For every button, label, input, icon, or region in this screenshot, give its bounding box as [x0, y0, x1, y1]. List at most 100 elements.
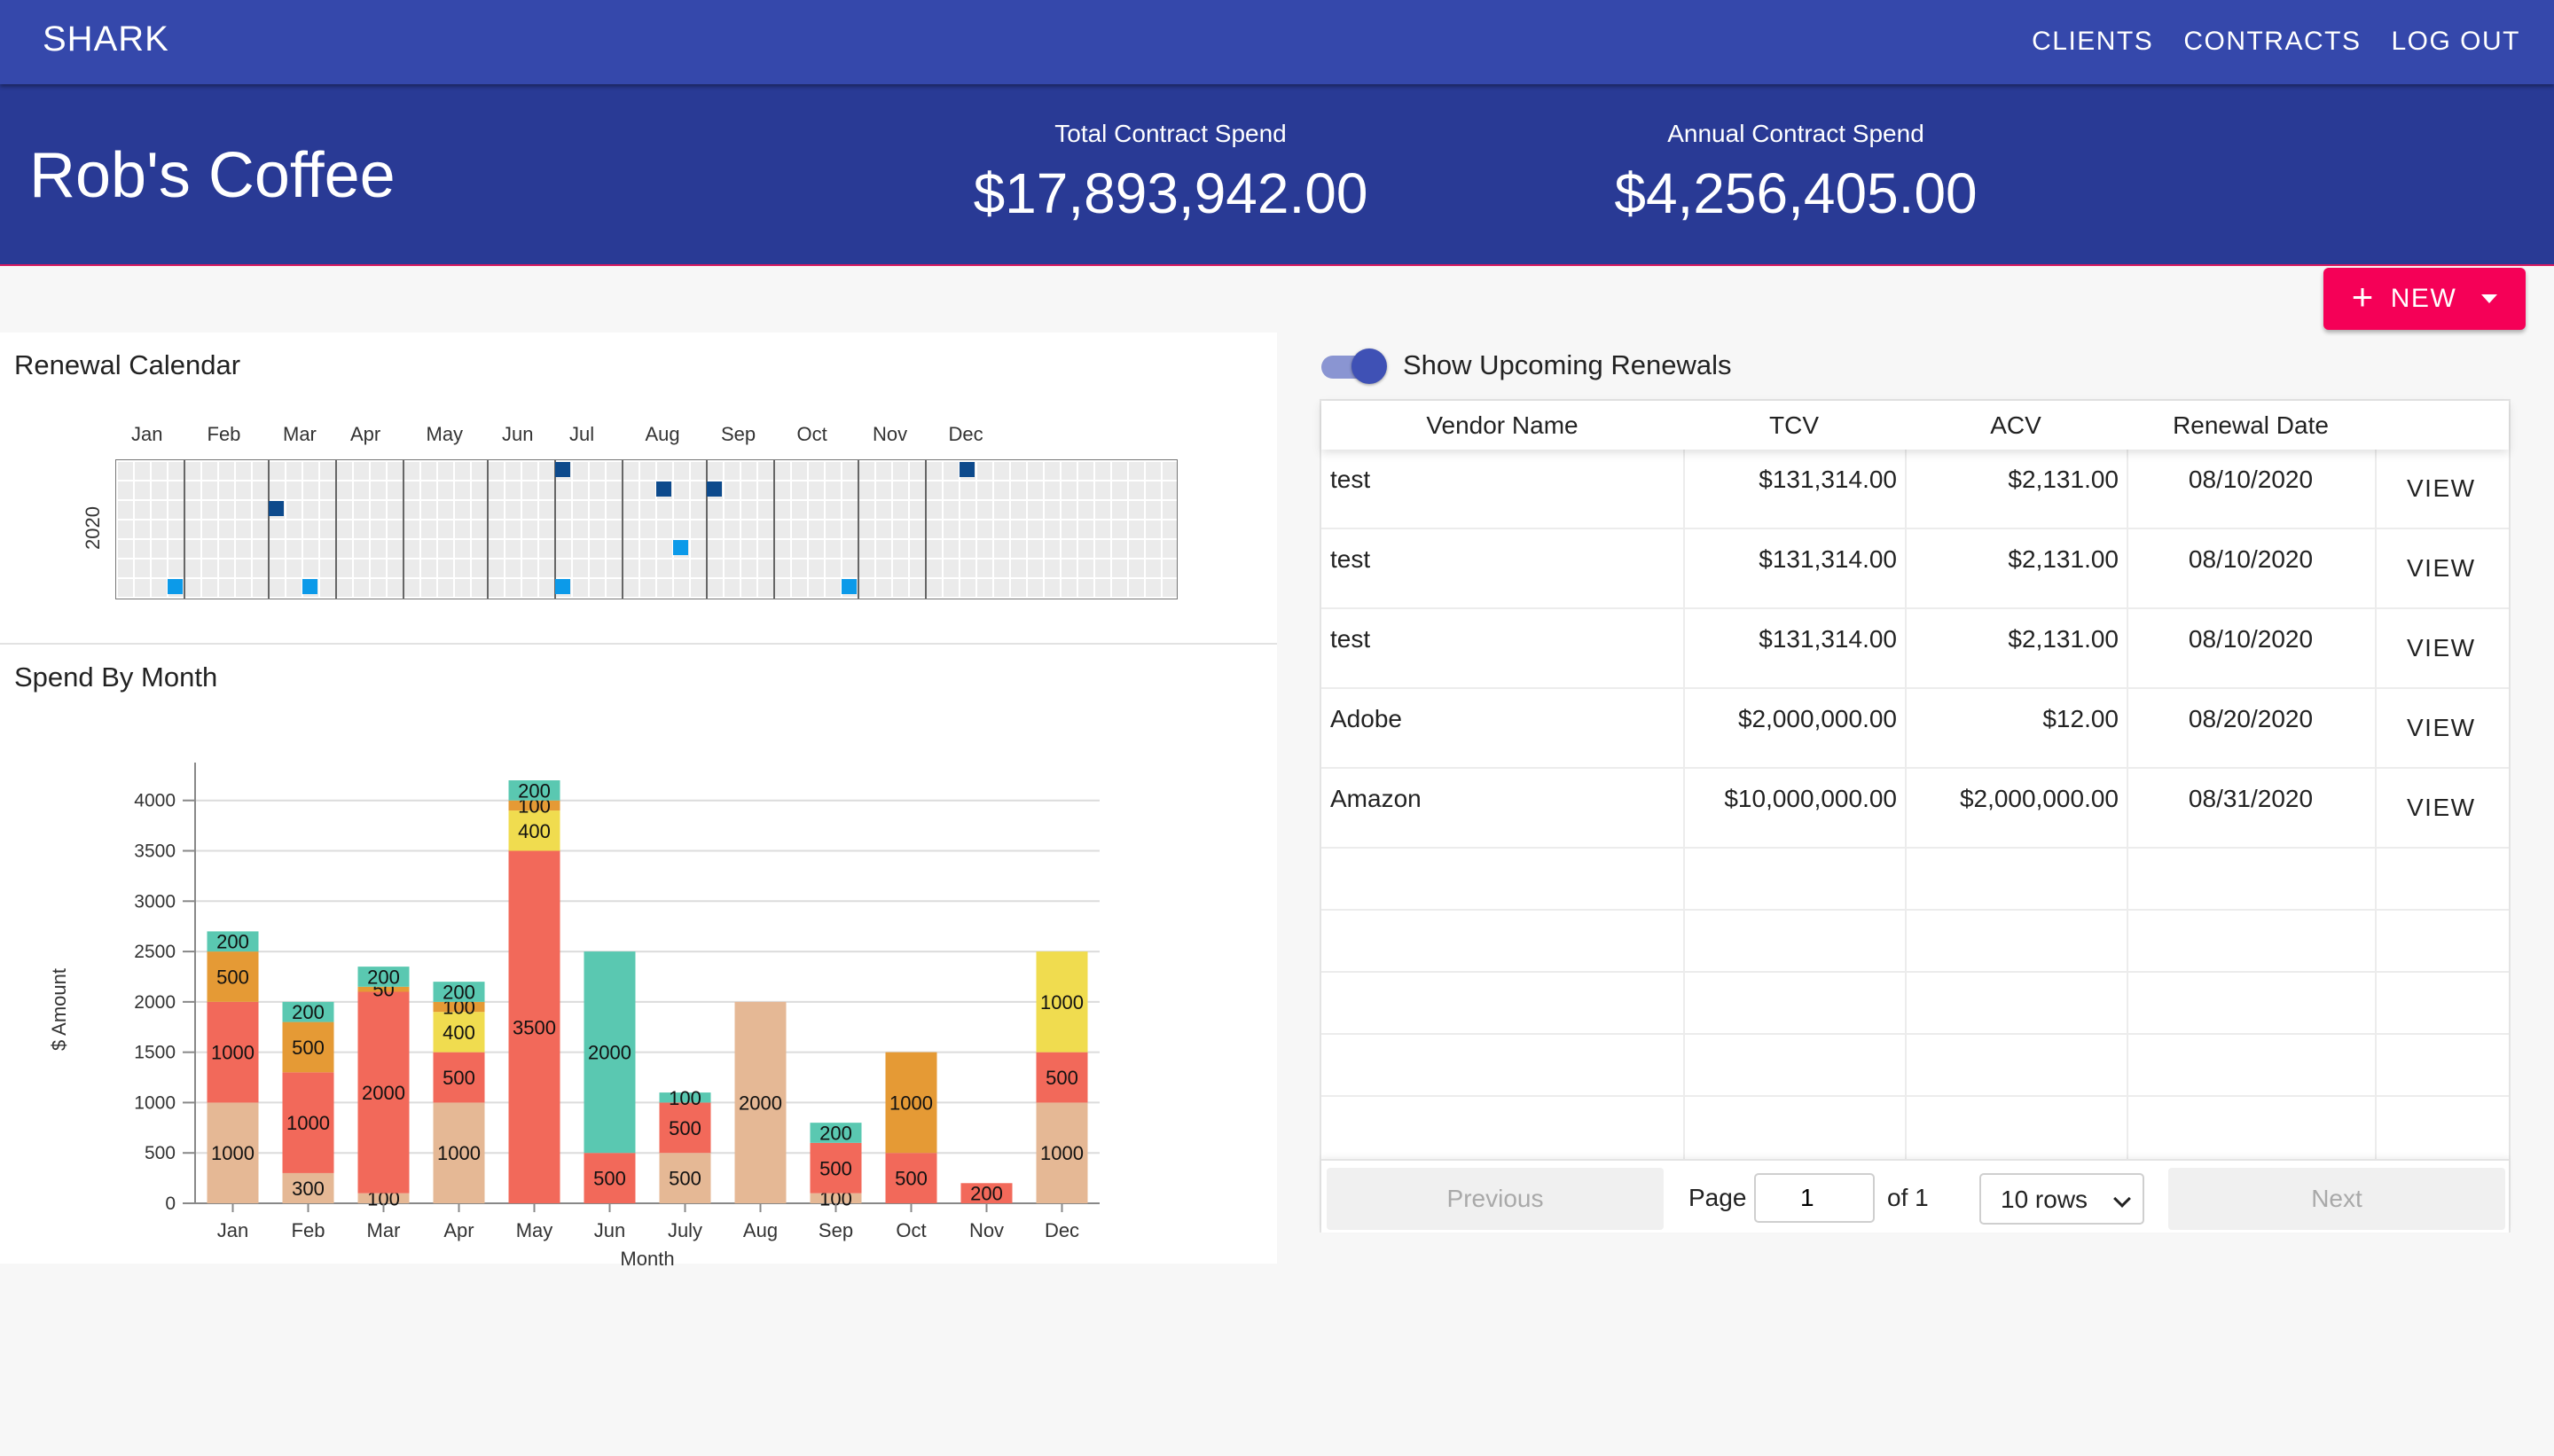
header-renewal-date[interactable]: Renewal Date: [2127, 411, 2375, 440]
bar-value-label: 500: [216, 966, 249, 988]
view-button[interactable]: VIEW: [2407, 554, 2476, 583]
calendar-renewal-day[interactable]: [168, 579, 183, 594]
new-button-label: NEW: [2390, 284, 2457, 313]
renewal-date-cell: 08/20/2020: [2188, 705, 2314, 732]
bar-value-label: 400: [443, 1022, 475, 1044]
acv-cell: $12.00: [2042, 705, 2119, 732]
calendar-renewal-day[interactable]: [656, 481, 671, 497]
header-tcv[interactable]: TCV: [1683, 411, 1905, 440]
bar-value-label: 500: [669, 1117, 701, 1139]
bar-value-label: 200: [970, 1183, 1003, 1205]
spend-by-month-chart: 0 500 1000 1500 2000 2500 3000 3500 4000 $ Amount…: [48, 763, 1100, 1270]
bar-value-label: 500: [1046, 1067, 1078, 1089]
vendor-cell: test: [1330, 466, 1371, 493]
x-tick-label: Sep: [819, 1219, 853, 1241]
acv-cell: $2,131.00: [2008, 545, 2119, 573]
nav-logout[interactable]: LOG OUT: [2391, 27, 2520, 57]
bar-value-label: 200: [216, 931, 249, 953]
table-pagination: Previous Page of 1 10 rows Next: [1321, 1159, 2509, 1233]
show-upcoming-renewals-toggle[interactable]: [1321, 348, 1389, 384]
y-tick-label: 3500: [134, 842, 176, 862]
new-button[interactable]: + NEW: [2323, 268, 2526, 330]
y-tick-label: 2500: [134, 942, 176, 962]
x-tick-label: Apr: [443, 1219, 474, 1241]
calendar-month-divider: [487, 460, 489, 599]
vendor-cell: test: [1330, 625, 1371, 653]
nav-clients[interactable]: CLIENTS: [2032, 27, 2153, 57]
bar-value-label: 1000: [1040, 991, 1084, 1014]
x-tick-label: Jun: [594, 1219, 625, 1241]
y-tick-label: 1000: [134, 1092, 176, 1113]
page-number-input[interactable]: [1754, 1173, 1875, 1223]
show-upcoming-renewals-label: Show Upcoming Renewals: [1403, 349, 1732, 380]
caret-down-icon: [2481, 294, 2498, 303]
next-page-button[interactable]: Next: [2168, 1168, 2505, 1230]
view-button[interactable]: VIEW: [2407, 714, 2476, 742]
calendar-renewal-day[interactable]: [555, 462, 570, 477]
main-nav: CLIENTS CONTRACTS LOG OUT: [2032, 27, 2520, 57]
renewal-date-cell: 08/10/2020: [2188, 466, 2314, 493]
header-vendor-name[interactable]: Vendor Name: [1321, 411, 1683, 440]
previous-page-button[interactable]: Previous: [1327, 1168, 1664, 1230]
bar-value-label: 200: [292, 1001, 325, 1023]
calendar-month-divider: [858, 460, 859, 599]
view-button[interactable]: VIEW: [2407, 634, 2476, 662]
calendar-month-label: Sep: [721, 423, 756, 445]
rows-per-page-value: 10 rows: [2001, 1186, 2088, 1213]
bar-value-label: 2000: [739, 1092, 782, 1114]
calendar-renewal-day[interactable]: [302, 579, 317, 594]
renewal-calendar-heatmap: [115, 459, 1178, 599]
view-button[interactable]: VIEW: [2407, 474, 2476, 503]
table-row: Adobe $2,000,000.00 $12.00 08/20/2020 VI…: [1321, 689, 2509, 769]
x-tick-label: Feb: [292, 1219, 325, 1241]
bar-value-label: 2000: [588, 1042, 631, 1064]
header-acv[interactable]: ACV: [1905, 411, 2127, 440]
spend-by-month-title: Spend By Month: [14, 661, 218, 693]
bar-value-label: 1000: [286, 1112, 330, 1134]
renewal-date-cell: 08/10/2020: [2188, 545, 2314, 573]
client-header: Rob's Coffee Total Contract Spend $17,89…: [0, 84, 2554, 266]
x-axis-label: Month: [620, 1248, 674, 1270]
rows-per-page-select[interactable]: 10 rows: [1979, 1173, 2144, 1225]
calendar-month-divider: [554, 460, 556, 599]
bar-value-label: 1000: [1040, 1142, 1084, 1164]
total-spend-value: $17,893,942.00: [973, 161, 1368, 225]
view-button[interactable]: VIEW: [2407, 794, 2476, 822]
acv-cell: $2,000,000.00: [1959, 785, 2119, 812]
acv-cell: $2,131.00: [2008, 625, 2119, 653]
calendar-renewal-day[interactable]: [842, 579, 857, 594]
bar-value-label: 200: [518, 779, 551, 802]
y-tick-label: 0: [165, 1194, 176, 1214]
bar-value-label: 1000: [211, 1042, 255, 1064]
calendar-month-label: Dec: [948, 423, 983, 445]
bar-value-label: 500: [443, 1067, 475, 1089]
nav-contracts[interactable]: CONTRACTS: [2183, 27, 2361, 57]
y-tick-label: 3000: [134, 891, 176, 912]
vendor-cell: Amazon: [1330, 785, 1422, 812]
calendar-renewal-day[interactable]: [707, 481, 722, 497]
calendar-renewal-day[interactable]: [555, 579, 570, 594]
y-tick-label: 1500: [134, 1043, 176, 1063]
calendar-month-label: Jul: [569, 423, 595, 445]
x-tick-label: Nov: [969, 1219, 1004, 1241]
calendar-renewal-day[interactable]: [960, 462, 975, 477]
calendar-month-divider: [925, 460, 927, 599]
brand-logo[interactable]: SHARK: [43, 20, 169, 59]
vendor-cell: test: [1330, 545, 1371, 573]
bar-value-label: 200: [367, 966, 400, 988]
calendar-month-divider: [773, 460, 775, 599]
annual-spend-value: $4,256,405.00: [1614, 161, 1978, 225]
x-tick-label: Mar: [367, 1219, 401, 1241]
bar-value-label: 500: [819, 1157, 852, 1179]
calendar-renewal-day[interactable]: [673, 540, 688, 555]
table-row: test $131,314.00 $2,131.00 08/10/2020 VI…: [1321, 529, 2509, 609]
renewal-calendar-title: Renewal Calendar: [14, 349, 241, 380]
bar-value-label: 300: [292, 1178, 325, 1200]
x-tick-label: Oct: [896, 1219, 926, 1241]
y-tick-label: 500: [145, 1143, 176, 1163]
table-header: Vendor Name TCV ACV Renewal Date: [1321, 401, 2509, 450]
calendar-month-label: Jun: [502, 423, 534, 445]
bar-value-label: 1000: [889, 1092, 933, 1114]
calendar-renewal-day[interactable]: [269, 501, 284, 516]
bar-value-label: 3500: [513, 1016, 556, 1038]
